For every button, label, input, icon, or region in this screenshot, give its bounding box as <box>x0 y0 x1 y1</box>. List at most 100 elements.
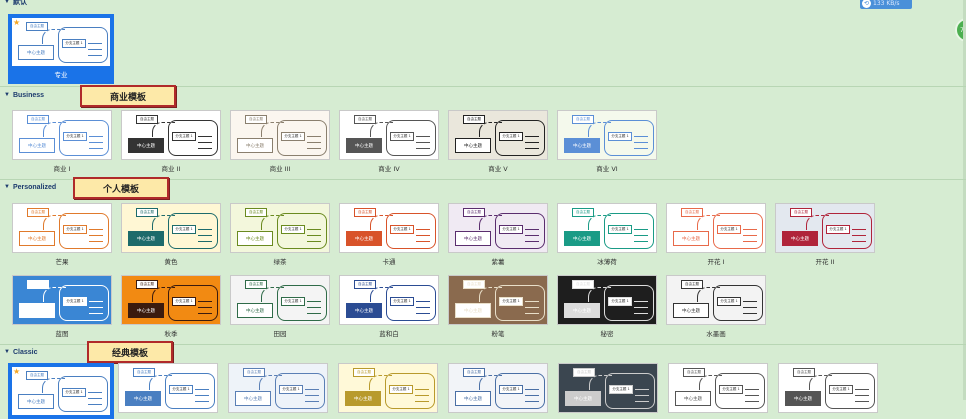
thumb-leaf-topic <box>525 398 539 402</box>
template-card[interactable]: 自由主题 分支主题 1 中心主题 芒果 <box>12 203 112 266</box>
template-thumbnail[interactable]: 自由主题 分支主题 1 中心主题 <box>121 275 221 325</box>
thumb-leaf-topic <box>635 392 649 396</box>
template-card[interactable]: 自由主题 分支主题 1 中心主题 <box>668 363 768 413</box>
template-thumbnail[interactable]: 自由主题 分支主题 1 中心主题 <box>339 275 439 325</box>
thumb-leaf-topic <box>88 395 102 399</box>
thumb-leaf-topic <box>198 226 212 230</box>
thumb-leaf-topic <box>198 232 212 236</box>
template-thumbnail[interactable]: 自由主题 分支主题 1 中心主题 <box>448 275 548 325</box>
template-card[interactable]: 自由主题 分支主题 1 中心主题商业 V <box>448 110 548 173</box>
template-card[interactable]: 自由主题 分支主题 1 中心主题黄色 <box>121 203 221 266</box>
template-thumbnail[interactable]: 自由主题 分支主题 1 中心主题 <box>121 203 221 253</box>
template-card[interactable]: 自由主题 分支主题 1 中心主题 绿茶 <box>230 203 330 266</box>
template-thumbnail[interactable]: 自由主题 分支主题 1 中心主题 <box>121 110 221 160</box>
thumb-leaf-topic <box>634 226 648 230</box>
thumb-floating-topic: 自由主题 <box>133 368 155 377</box>
thumb-central-topic: 中心主题 <box>782 231 818 246</box>
template-thumbnail[interactable]: 自由主题 分支主题 1 中心主题 <box>118 363 218 413</box>
thumb-leaf-topic <box>634 304 648 308</box>
thumb-subtopic: 分支主题 1 <box>608 297 632 306</box>
template-card[interactable]: 自由主题 分支主题 1 中心主题卡通 <box>339 203 439 266</box>
template-thumbnail[interactable]: 自由主题 分支主题 1 中心主题 <box>230 110 330 160</box>
template-card[interactable]: 自由主题 分支主题 1 中心主题田园 <box>230 275 330 338</box>
thumb-leaf-topic <box>743 238 757 242</box>
thumb-central-topic: 中心主题 <box>565 391 601 406</box>
section-default-header[interactable]: ▼ 默认 <box>4 0 27 7</box>
template-card[interactable]: 自由主题 分支主题 1 中心主题 秘密 <box>557 275 657 338</box>
classic-callout: 经典模板 <box>87 341 173 363</box>
template-thumbnail[interactable]: 自由主题 分支主题 1 中心主题 <box>448 203 548 253</box>
template-thumbnail[interactable]: 自由主题 分支主题 1 中心主题 <box>448 363 548 413</box>
template-thumbnail[interactable]: 自由主题 分支主题 1 中心主题 <box>338 363 438 413</box>
template-card[interactable]: 自由主题 分支主题 1 中心主题 粉笔 <box>448 275 548 338</box>
section-classic-header[interactable]: ▼ Classic <box>4 347 37 357</box>
template-thumbnail[interactable]: 自由主题 分支主题 1 中心主题 <box>775 203 875 253</box>
template-thumbnail[interactable]: 自由主题 分支主题 1 中心主题 <box>666 275 766 325</box>
thumb-leaf-topic <box>307 304 321 308</box>
template-name: 黄色 <box>164 258 178 266</box>
thumb-leaf-topic <box>852 232 866 236</box>
template-thumbnail[interactable]: 自由主题 分支主题 1 中心主题 <box>668 363 768 413</box>
template-name: 田园 <box>273 330 287 338</box>
template-card[interactable]: 自由主题 分支主题 1 中心主题 水墨画 <box>666 275 766 338</box>
template-thumbnail[interactable]: 自由主题 分支主题 1 中心主题 <box>557 110 657 160</box>
template-card[interactable]: 自由主题 分支主题 1 中心主题 开花 II <box>775 203 875 266</box>
template-thumbnail[interactable]: 自由主题 分支主题 1 中心主题 <box>228 363 328 413</box>
template-thumbnail[interactable]: 自由主题 分支主题 1 中心主题 <box>778 363 878 413</box>
thumb-leaf-topic <box>89 145 103 149</box>
template-card[interactable]: 自由主题 分支主题 1 中心主题 蓝和白 <box>339 275 439 338</box>
template-card[interactable]: 自由主题 分支主题 1 中心主题 商业 I <box>12 110 112 173</box>
template-card[interactable]: 自由主题 分支主题 1 中心主题 <box>228 363 328 413</box>
template-name: 紫薯 <box>491 258 505 266</box>
template-card[interactable]: 自由主题 分支主题 1 中心主题 商业 II <box>121 110 221 173</box>
template-thumbnail[interactable]: 自由主题 分支主题 1 中心主题 <box>12 203 112 253</box>
thumb-floating-topic: 自由主题 <box>136 280 158 289</box>
collapse-triangle-icon[interactable]: ▼ <box>4 184 10 190</box>
thumb-floating-topic: 自由主题 <box>26 22 48 31</box>
network-speed: 133 KB/s <box>873 0 900 7</box>
template-card[interactable]: 自由主题 分支主题 1 中心主题 商业 IV <box>339 110 439 173</box>
thumb-subtopic: 分支主题 1 <box>62 388 86 397</box>
collapse-triangle-icon[interactable]: ▼ <box>4 0 10 5</box>
template-card[interactable]: 自由主题 分支主题 1 中心主题冰薄荷 <box>557 203 657 266</box>
collapse-triangle-icon[interactable]: ▼ <box>4 92 10 98</box>
section-business-header[interactable]: ▼ Business <box>4 90 44 100</box>
template-name: 商业 V <box>488 165 508 173</box>
template-card[interactable]: 自由主题 分支主题 1 中心主题 <box>448 363 548 413</box>
template-thumbnail[interactable]: 自由主题 分支主题 1 中心主题 ★ <box>11 366 111 416</box>
template-thumbnail[interactable]: 自由主题 分支主题 1 中心主题 <box>12 275 112 325</box>
template-card[interactable]: 自由主题 分支主题 1 中心主题 ★ 专业 <box>8 14 114 84</box>
template-card[interactable]: 自由主题 分支主题 1 中心主题 开花 I <box>666 203 766 266</box>
template-card[interactable]: 自由主题 分支主题 1 中心主题 ★ <box>8 363 114 419</box>
template-thumbnail[interactable]: 自由主题 分支主题 1 中心主题 <box>448 110 548 160</box>
template-card[interactable]: 自由主题 分支主题 1 中心主题 商业 III <box>230 110 330 173</box>
template-card[interactable]: 自由主题 分支主题 1 中心主题 <box>118 363 218 413</box>
template-card[interactable]: 自由主题 分支主题 1 中心主题 <box>778 363 878 413</box>
template-name: 卡通 <box>382 258 396 266</box>
template-thumbnail[interactable]: 自由主题 分支主题 1 中心主题 ★ <box>11 17 111 67</box>
collapse-triangle-icon[interactable]: ▼ <box>4 349 10 355</box>
template-card[interactable]: 自由主题 分支主题 1 中心主题 <box>338 363 438 413</box>
template-thumbnail[interactable]: 自由主题 分支主题 1 中心主题 <box>558 363 658 413</box>
template-card[interactable]: 自由主题 分支主题 1 中心主题紫薯 <box>448 203 548 266</box>
template-card[interactable]: 自由主题 分支主题 1 中心主题 <box>558 363 658 413</box>
thumb-central-topic: 中心主题 <box>455 231 491 246</box>
template-thumbnail[interactable]: 自由主题 分支主题 1 中心主题 <box>339 110 439 160</box>
thumb-leaf-topic <box>416 304 430 308</box>
thumb-leaf-topic <box>89 226 103 230</box>
template-thumbnail[interactable]: 自由主题 分支主题 1 中心主题 <box>12 110 112 160</box>
section-business-label: Business <box>12 91 45 99</box>
template-thumbnail[interactable]: 自由主题 分支主题 1 中心主题 <box>557 275 657 325</box>
template-thumbnail[interactable]: 自由主题 分支主题 1 中心主题 <box>339 203 439 253</box>
template-card[interactable]: 自由主题 分支主题 1 中心主题 秋季 <box>121 275 221 338</box>
thumb-leaf-topic <box>307 139 321 143</box>
thumb-central-topic: 中心主题 <box>237 303 273 318</box>
template-thumbnail[interactable]: 自由主题 分支主题 1 中心主题 <box>666 203 766 253</box>
template-card[interactable]: 自由主题 分支主题 1 中心主题 蓝图 <box>12 275 112 338</box>
template-thumbnail[interactable]: 自由主题 分支主题 1 中心主题 <box>557 203 657 253</box>
template-thumbnail[interactable]: 自由主题 分支主题 1 中心主题 <box>230 203 330 253</box>
template-thumbnail[interactable]: 自由主题 分支主题 1 中心主题 <box>230 275 330 325</box>
template-card[interactable]: 自由主题 分支主题 1 中心主题 商业 VI <box>557 110 657 173</box>
section-personalized-header[interactable]: ▼ Personalized <box>4 182 56 192</box>
template-name: 冰薄荷 <box>597 258 617 266</box>
